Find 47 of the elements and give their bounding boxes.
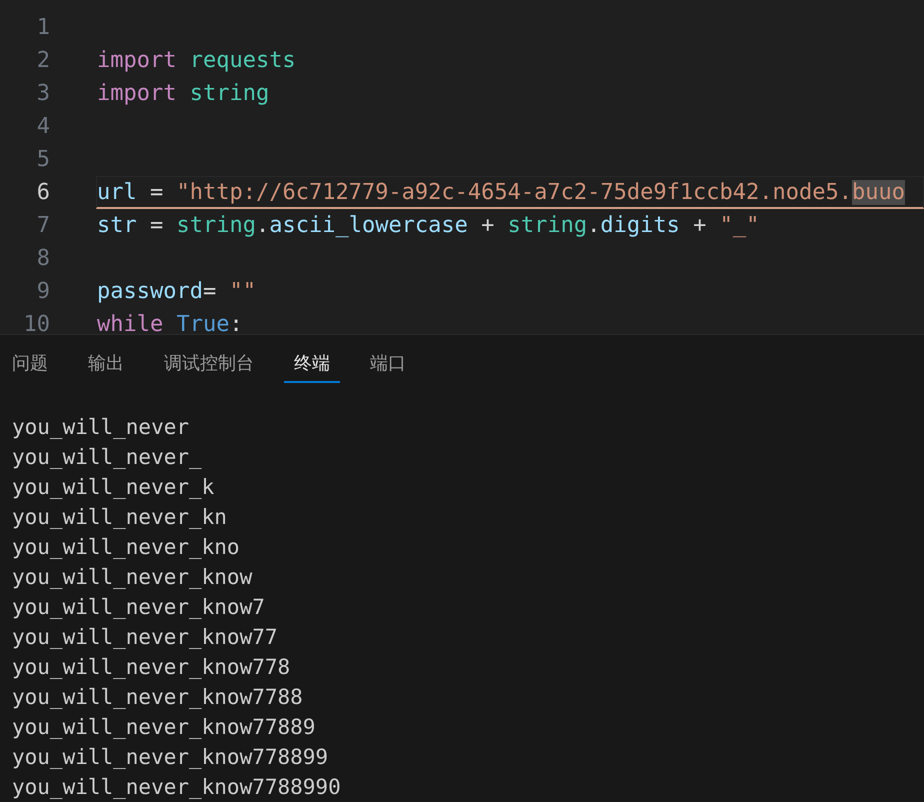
panel-tab[interactable]: 问题: [2, 335, 58, 383]
terminal-output-line: you_will_never_know778: [12, 654, 292, 681]
line-number: 5: [36, 147, 50, 172]
terminal-output-line: you_will_never_kn: [12, 504, 228, 531]
panel-tab[interactable]: 端口: [360, 335, 416, 383]
terminal-output-line: you_will_never_: [12, 444, 203, 471]
keyword-text: import: [97, 81, 176, 106]
module-name: requests: [190, 48, 296, 73]
terminal-output-line: you_will_never_know: [12, 564, 254, 591]
line-number: 6: [36, 180, 50, 205]
line-number: 9: [36, 279, 50, 304]
module-name: string: [176, 213, 256, 238]
variable-name: ascii_lowercase: [269, 213, 468, 238]
terminal-output-line: you_will_never_know7: [12, 594, 266, 621]
current-line-highlight: url = "http://6c712779-a92c-4654-a7c2-75de9f1ccb42.node5.buuo: [96, 176, 924, 209]
line-number: 8: [36, 246, 50, 271]
terminal-output-line: you_will_never_know77889: [12, 714, 316, 741]
keyword-text: while: [97, 312, 164, 334]
line-number: 3: [36, 81, 50, 106]
variable-name: str: [97, 213, 137, 238]
module-name: string: [508, 213, 588, 238]
line-number: 10: [22, 312, 50, 334]
panel-tab[interactable]: 终端: [284, 335, 340, 383]
keyword-text: import: [97, 48, 176, 73]
string-literal: "http://6c712779-a92c-4654-a7c2-75de9f1ccb42.node5.: [176, 180, 852, 205]
string-literal: "_": [720, 213, 760, 238]
variable-name: digits: [600, 213, 680, 238]
line-number: 1: [36, 15, 50, 40]
constant-text: True: [176, 312, 230, 334]
terminal-output-line: you_will_never_know778899: [12, 744, 330, 771]
panel-tab[interactable]: 输出: [78, 335, 134, 383]
terminal-output-line: you_will_never_know7788: [12, 684, 304, 711]
line-number: 4: [36, 114, 50, 139]
module-name: string: [190, 81, 270, 106]
terminal-output-line: you_will_never_k: [12, 474, 216, 501]
panel-tab[interactable]: 调试控制台: [154, 335, 264, 383]
string-literal: buuo: [852, 180, 905, 205]
string-literal: "": [229, 279, 256, 304]
terminal-output-line: you_will_never_know7788990: [12, 774, 342, 801]
variable-name: url: [97, 180, 137, 205]
code-editor[interactable]: 1 2 import requests 3 import string 4 5 6 url = "http://6c712779-a92c-4654-a7c2-75de9f1ccb42.node5.buuo 7 str = string.ascii_lowercase + string.digits + "_" 8 9 password= "" 10 while True:: [0, 0, 924, 335]
variable-name: password: [97, 279, 203, 304]
terminal-output-line: you_will_never: [12, 414, 190, 441]
terminal-output-line: you_will_never_kno: [12, 534, 241, 561]
terminal-output-line: you_will_never_know77: [12, 624, 279, 651]
line-number: 2: [36, 48, 50, 73]
line-number: 7: [36, 213, 50, 238]
